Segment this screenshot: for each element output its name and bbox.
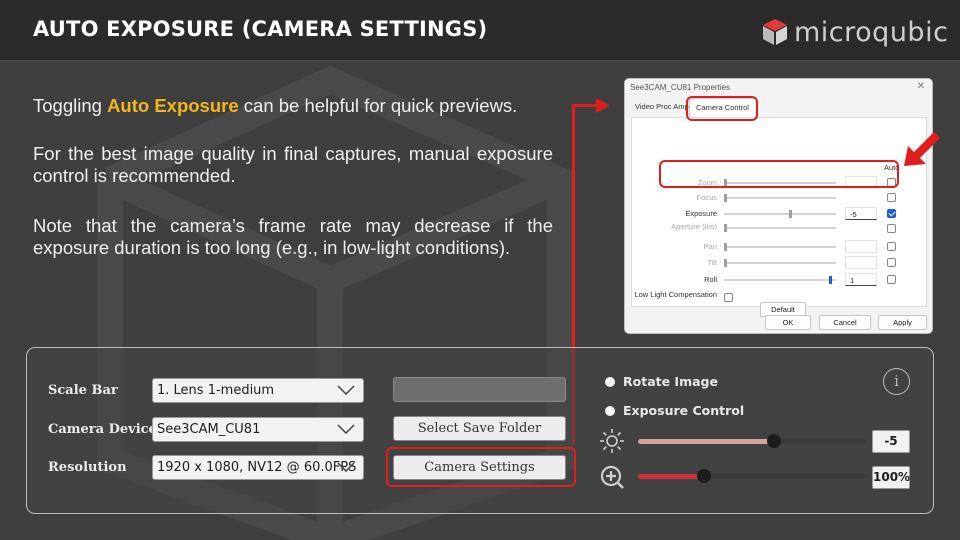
focus-track[interactable] [724,194,836,202]
camera-properties-dialog: See3CAM_CU81 Properties ✕ Video Proc Amp… [624,78,933,334]
zoom-value-box[interactable]: 100% [872,466,910,489]
pan-track[interactable] [724,243,836,251]
paragraph-manual-exposure: For the best image quality in final capt… [33,143,553,186]
camera-control-tab-highlight [686,96,758,121]
zoom-slider-fill [638,474,704,479]
tilt-track[interactable] [724,259,836,267]
roll-auto-checkbox[interactable] [887,275,896,284]
exposure-slider-fill [638,439,775,444]
scale-bar-value: 1. Lens 1-medium [157,383,275,398]
ok-button[interactable]: OK [765,315,811,330]
zoom-in-icon [600,465,624,489]
radio-dot [605,405,615,416]
exposure-value[interactable]: -5 [845,207,877,220]
roll-label: Roll [704,275,717,284]
exposure-label: Exposure [685,209,717,218]
select-save-folder-button[interactable]: Select Save Folder [393,416,566,441]
rotate-image-radio[interactable]: Rotate Image [605,374,718,389]
camera-devices-dropdown[interactable]: See3CAM_CU81 [152,417,364,442]
tilt-label: Tilt [707,258,717,267]
exposure-auto-checkbox[interactable] [887,209,896,218]
slide-title: AUTO EXPOSURE (CAMERA SETTINGS) [33,17,488,41]
camera-devices-value: See3CAM_CU81 [157,422,261,437]
zoom-slider-knob[interactable] [696,469,711,483]
camera-devices-label: Camera Devices [48,422,165,437]
exposure-row-highlight [659,160,899,188]
resolution-dropdown[interactable]: 1920 x 1080, NV12 @ 60.0FPS [152,455,364,480]
dialog-title: See3CAM_CU81 Properties [630,83,731,92]
camera-settings-highlight [386,447,576,487]
tilt-value[interactable] [845,256,877,269]
cube-logo-icon [763,19,787,45]
low-light-checkbox[interactable] [724,293,733,302]
tab-video-proc-amp[interactable]: Video Proc Amp [635,102,689,111]
close-icon[interactable]: ✕ [917,81,925,92]
roll-track[interactable] [724,276,836,284]
exposure-knob[interactable] [789,210,792,218]
blank-input-field[interactable] [393,377,566,402]
roll-value[interactable]: 1 [845,273,877,286]
focus-auto-checkbox[interactable] [887,193,896,202]
focus-label: Focus [696,193,717,202]
chevron-down-icon [337,462,355,472]
exposure-slider[interactable] [638,434,865,448]
exposure-control-label: Exposure Control [623,403,745,418]
exposure-value-box[interactable]: -5 [872,430,910,453]
apply-button[interactable]: Apply [878,315,927,330]
radio-dot [605,376,615,387]
brightness-sun-icon [600,429,624,453]
paragraph-auto-exposure: Toggling Auto Exposure can be helpful fo… [33,95,553,117]
tilt-auto-checkbox[interactable] [887,258,896,267]
roll-knob[interactable] [829,276,832,284]
resolution-value: 1920 x 1080, NV12 @ 60.0FPS [157,460,357,475]
zoom-slider[interactable] [638,469,865,483]
info-icon[interactable]: i [883,368,910,395]
aperture-auto-checkbox[interactable] [887,224,896,233]
aperture-track[interactable] [724,224,836,232]
rotate-image-label: Rotate Image [623,374,718,389]
p1-text-after: can be helpful for quick previews. [238,95,518,116]
aperture-knob[interactable] [724,224,727,232]
pan-label: Pan [703,242,717,251]
pan-knob[interactable] [724,243,727,251]
camera-control-pane: Auto Zoom Focus Exposure -5 Aperture (Ir… [631,117,927,317]
title-bar: AUTO EXPOSURE (CAMERA SETTINGS) microqub… [0,0,960,62]
pan-auto-checkbox[interactable] [887,242,896,251]
tilt-knob[interactable] [724,259,727,267]
chevron-down-icon [337,424,355,434]
pan-value[interactable] [845,240,877,253]
low-light-label: Low Light Compensation [634,290,717,299]
chevron-down-icon [337,385,355,395]
scale-bar-dropdown[interactable]: 1. Lens 1-medium [152,378,364,403]
brand-logo: microqubic [762,12,948,52]
paragraph-frame-rate: Note that the camera’s frame rate may de… [33,215,553,258]
cancel-button[interactable]: Cancel [819,315,871,330]
exposure-track[interactable] [724,210,836,218]
red-arrow-icon [904,132,940,166]
focus-knob[interactable] [724,194,727,202]
scale-bar-label: Scale Bar [48,383,118,398]
resolution-label: Resolution [48,460,127,475]
exposure-control-radio[interactable]: Exposure Control [605,403,744,418]
connector-arrowhead-icon [596,98,610,113]
p1-text-before: Toggling [33,95,108,116]
logo-text: microqubic [794,16,949,48]
auto-exposure-highlight: Auto Exposure [107,95,239,116]
aperture-label: Aperture (Iris) [671,222,717,231]
